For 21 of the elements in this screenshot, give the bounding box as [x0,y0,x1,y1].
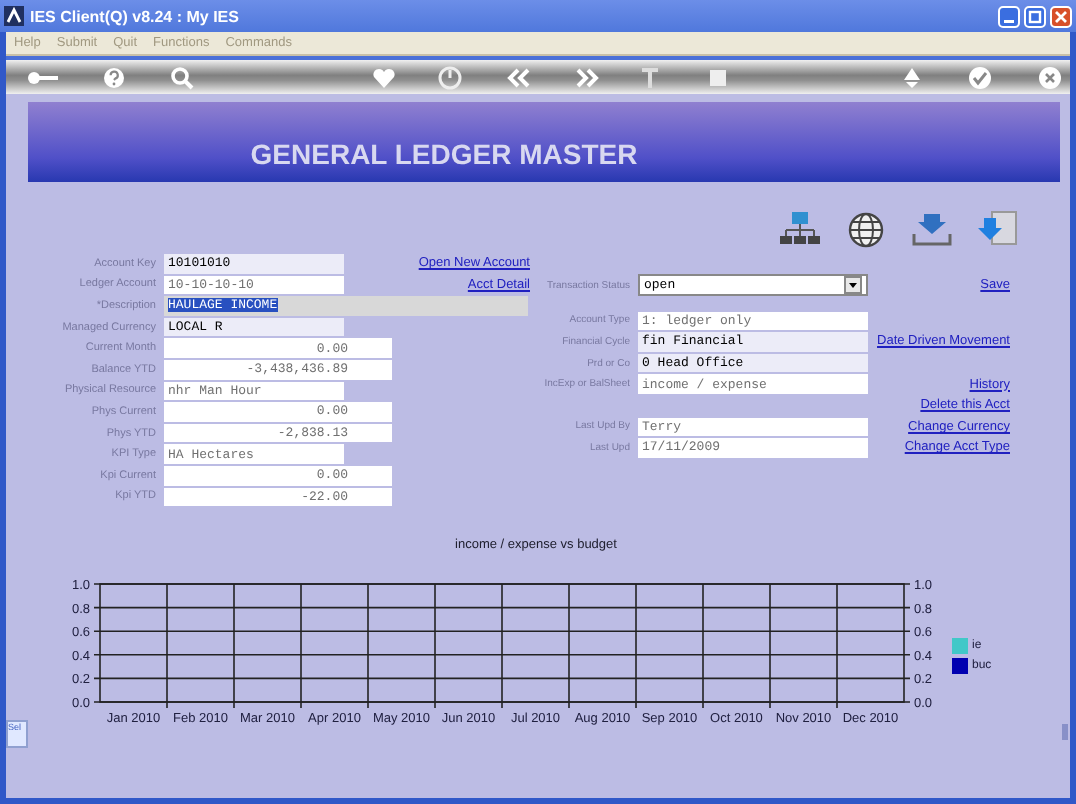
app-icon [4,6,24,26]
hierarchy-icon[interactable] [778,210,822,248]
close-button[interactable] [1050,5,1072,27]
minimize-button[interactable] [998,5,1020,27]
close-icon[interactable] [1038,65,1062,89]
help-icon[interactable] [102,65,126,89]
power-icon[interactable] [438,65,462,89]
heart-icon[interactable] [372,65,396,89]
document-arrow-icon[interactable] [976,210,1020,248]
window-title: IES Client(Q) v8.24 : My IES [30,7,239,25]
stop-icon[interactable] [706,65,730,89]
globe-icon[interactable] [844,210,888,248]
text-tool-icon[interactable] [638,65,662,89]
search-icon[interactable] [170,65,194,89]
page-title: GENERAL LEDGER MASTER [250,138,638,170]
forward-icon[interactable] [576,65,600,89]
scrollbar-thumb[interactable] [1062,724,1068,740]
download-icon[interactable] [910,210,954,248]
maximize-button[interactable] [1024,5,1046,27]
check-icon[interactable] [968,65,992,89]
rewind-icon[interactable] [506,65,530,89]
